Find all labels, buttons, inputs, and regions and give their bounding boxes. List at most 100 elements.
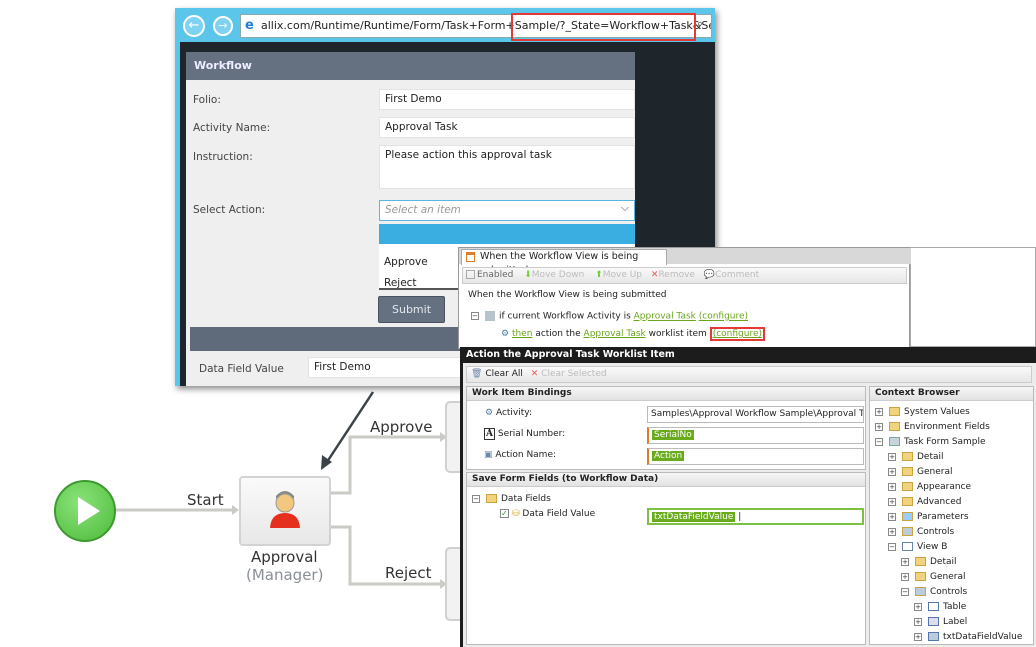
select-action-label: Select Action: — [193, 204, 266, 216]
action-chip: Action — [652, 451, 685, 461]
dialog-body: 🗑 Clear All ✕ Clear Selected Work Item B… — [463, 363, 1036, 647]
action-dialog: Action the Approval Task Worklist Item 🗑… — [460, 347, 1036, 647]
comment-button[interactable]: Comment — [715, 270, 759, 280]
tree-item[interactable]: + Detail — [901, 557, 957, 567]
url-highlight-box — [511, 13, 696, 41]
view-icon — [902, 542, 913, 551]
collapse-icon[interactable]: − — [471, 312, 479, 320]
action-name-field[interactable]: Action — [647, 448, 864, 465]
tree-item[interactable]: + Environment Fields — [875, 422, 990, 432]
action-name-label: Action Name: — [495, 450, 557, 460]
data-field-icon: ⛁ — [512, 509, 520, 519]
instruction-field[interactable]: Please action this approval task — [379, 145, 635, 189]
clear-selected-icon: ✕ — [530, 369, 539, 379]
action-suffix: worklist item — [648, 329, 707, 339]
user-icon — [270, 491, 300, 528]
rule-icon — [466, 252, 475, 262]
save-fields-header: Save Form Fields (to Workflow Data) — [467, 473, 865, 487]
folder-icon — [889, 422, 900, 431]
condition-icon — [485, 311, 495, 321]
then-link[interactable]: then — [512, 329, 532, 339]
reject-line-label: Reject — [385, 564, 432, 582]
remove-button[interactable]: Remove — [658, 270, 695, 280]
form-header: Workflow — [186, 52, 635, 80]
folder-icon — [915, 572, 926, 581]
table-icon — [928, 602, 939, 611]
approval-activity-node[interactable] — [239, 476, 331, 546]
tree-item[interactable]: + Table — [914, 602, 966, 612]
back-button[interactable]: ← — [183, 15, 205, 37]
data-field-value-label: Data Field Value — [522, 509, 596, 519]
tree-item[interactable]: + System Values — [875, 407, 970, 417]
serial-number-label: Serial Number: — [497, 429, 566, 439]
rule-event: When the Workflow View is being submitte… — [468, 290, 667, 300]
rule-condition: − if current Workflow Activity is Approva… — [471, 311, 748, 322]
data-field-binding-field[interactable]: txtDataFieldValue | — [647, 508, 864, 525]
tree-item[interactable]: + Detail — [888, 452, 944, 462]
tree-item[interactable]: + Appearance — [888, 482, 971, 492]
folder-icon — [902, 497, 913, 506]
folder-open-icon — [486, 494, 497, 503]
activity-role: (Manager) — [246, 566, 324, 584]
activity-field[interactable]: Samples\Approval Workflow Sample\Approva… — [647, 406, 864, 423]
activity-gear-icon: ⚙ — [485, 408, 494, 418]
controls-icon — [902, 527, 913, 536]
condition-text: if current Workflow Activity is — [499, 311, 631, 322]
select-action-dropdown[interactable]: Select an item ⌵ — [379, 200, 635, 221]
tree-item[interactable]: + General — [888, 467, 952, 477]
clear-all-button[interactable]: Clear All — [485, 369, 523, 379]
collapse-icon[interactable]: − — [472, 494, 480, 503]
move-up-button[interactable]: Move Up — [603, 270, 642, 280]
dialog-title: Action the Approval Task Worklist Item — [466, 349, 675, 360]
folio-label: Folio: — [193, 94, 221, 106]
tree-item[interactable]: − Controls — [901, 587, 967, 597]
forward-button[interactable]: → — [213, 16, 233, 36]
folder-icon — [889, 407, 900, 416]
tab-rule[interactable]: When the Workflow View is being submitte… — [461, 249, 667, 276]
condition-configure-link[interactable]: (configure) — [699, 312, 748, 322]
tree-item[interactable]: + Parameters — [888, 512, 969, 522]
clear-selected-button[interactable]: Clear Selected — [541, 369, 606, 379]
tree-item[interactable]: + Advanced — [888, 497, 961, 507]
action-activity-link[interactable]: Approval Task — [584, 329, 646, 339]
comment-icon: 💬 — [703, 270, 716, 280]
dropdown-empty-option[interactable] — [379, 224, 635, 244]
tree-item[interactable]: − View B — [888, 542, 947, 552]
action-gear-icon: ⚙ — [501, 329, 510, 339]
enabled-checkbox[interactable] — [466, 270, 475, 279]
dialog-toolbar: 🗑 Clear All ✕ Clear Selected — [466, 366, 1032, 383]
start-node[interactable] — [54, 480, 116, 542]
activity-label: Activity: — [495, 408, 532, 418]
search-icon[interactable]: ⌕ — [697, 17, 703, 31]
context-browser: Context Browser + System Values + Environm… — [869, 386, 1034, 645]
move-down-button[interactable]: Move Down — [532, 270, 585, 280]
tree-item[interactable]: + Controls — [888, 527, 954, 537]
approve-line-label: Approve — [370, 418, 433, 436]
tree-item[interactable]: − Task Form Sample — [875, 437, 986, 447]
text-icon: A — [484, 428, 495, 440]
select-placeholder: Select an item — [385, 204, 461, 216]
folder-icon — [902, 482, 913, 491]
folder-icon — [915, 557, 926, 566]
folio-field[interactable]: First Demo — [379, 89, 635, 110]
condition-activity-link[interactable]: Approval Task — [634, 312, 696, 322]
serial-number-field[interactable]: SerialNo — [647, 427, 864, 444]
rules-toolbar: Enabled ⬇Move Down ⬆Move Up ✕Remove 💬Com… — [462, 267, 907, 284]
tree-item[interactable]: + Label — [914, 617, 967, 627]
data-field-checkbox[interactable]: ✓ — [500, 509, 509, 518]
activity-name-field[interactable]: Approval Task — [379, 117, 635, 138]
label-icon — [928, 617, 939, 626]
arrow-up-icon: ⬆ — [595, 270, 603, 280]
clear-all-icon: 🗑 — [471, 369, 483, 379]
submit-button[interactable]: Submit — [378, 296, 445, 323]
background-panel — [910, 247, 1036, 347]
chevron-down-icon: ⌵ — [621, 202, 629, 214]
parameters-icon — [902, 512, 913, 521]
action-configure-link[interactable]: (configure) — [709, 327, 766, 341]
tree-item[interactable]: + txtDataFieldValue — [914, 632, 1022, 642]
save-form-fields-panel: Save Form Fields (to Workflow Data) − Dat… — [466, 472, 866, 645]
tree-item[interactable]: + General — [901, 572, 965, 582]
instruction-label: Instruction: — [193, 151, 253, 163]
controls-icon — [915, 587, 926, 596]
rule-action: ⚙ then action the Approval Task worklist… — [501, 327, 766, 341]
